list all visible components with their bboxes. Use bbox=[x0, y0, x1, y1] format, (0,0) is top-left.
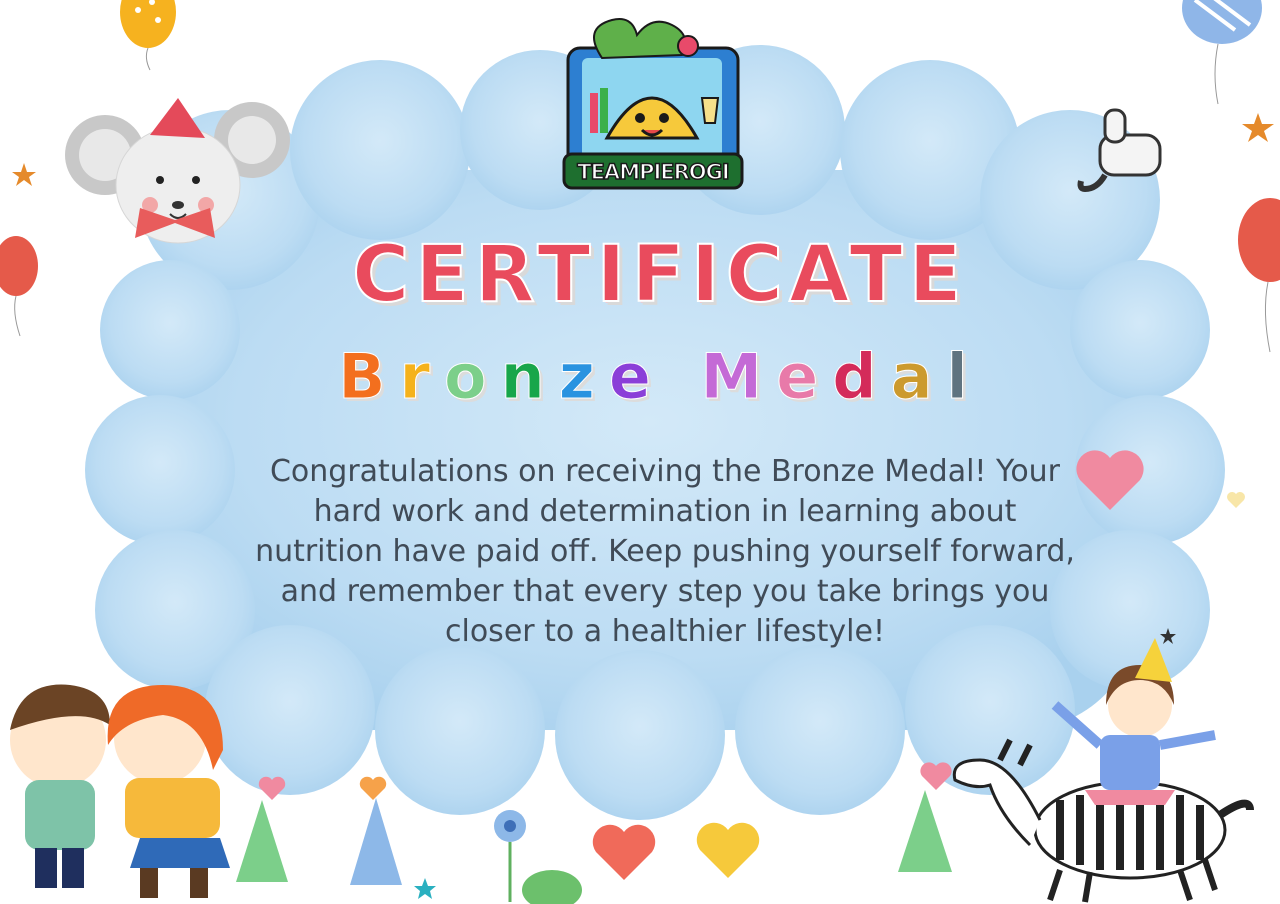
heart-small bbox=[1227, 492, 1245, 508]
subtitle-letter bbox=[665, 340, 701, 413]
certificate-subtitle: Bronze Medal bbox=[300, 340, 1020, 414]
balloon-red-left bbox=[0, 236, 38, 337]
subtitle-letter: r bbox=[399, 340, 445, 414]
subtitle-letter: z bbox=[558, 340, 609, 414]
certificate-message: Congratulations on receiving the Bronze … bbox=[255, 454, 1075, 649]
balloon-yellow bbox=[120, 0, 176, 71]
subtitle-letter: e bbox=[776, 340, 833, 414]
balloon-blue bbox=[1182, 0, 1262, 105]
kids-hugging-illustration bbox=[10, 684, 230, 898]
subtitle-letter: B bbox=[338, 340, 400, 414]
subtitle-letter: o bbox=[444, 340, 501, 414]
subtitle-letter: n bbox=[500, 340, 559, 414]
subtitle-letter: d bbox=[832, 340, 891, 414]
subtitle-letter: l bbox=[946, 340, 982, 414]
certificate-page: TEAMPIEROGI CERTIFICATE Bronze Medal Con… bbox=[0, 0, 1280, 904]
logo-text: TEAMPIEROGI bbox=[577, 159, 731, 185]
certificate-title: CERTIFICATE bbox=[351, 229, 968, 321]
subtitle-letter: a bbox=[890, 340, 947, 414]
team-logo: TEAMPIEROGI bbox=[562, 18, 744, 196]
subtitle-letter: M bbox=[700, 340, 777, 414]
balloon-red-right bbox=[1238, 198, 1280, 353]
subtitle-letter: e bbox=[608, 340, 665, 414]
star-decor bbox=[414, 878, 436, 899]
